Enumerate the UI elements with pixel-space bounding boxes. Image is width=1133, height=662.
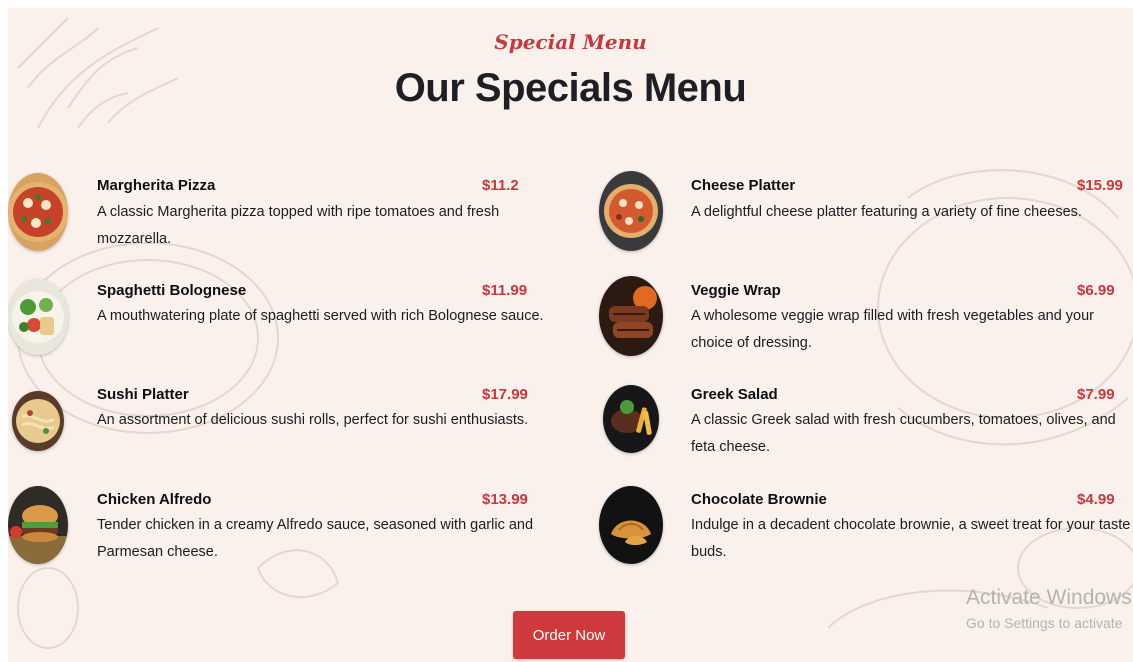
item-name: Chicken Alfredo: [97, 491, 212, 508]
burger-photo-icon: [8, 486, 68, 564]
item-price: $11.99: [482, 282, 528, 299]
item-description: A wholesome veggie wrap filled with fres…: [691, 308, 1095, 351]
item-description: Tender chicken in a creamy Alfredo sauce…: [97, 517, 534, 560]
item-price: $6.99: [1077, 282, 1115, 299]
item-price: $11.2: [482, 177, 519, 194]
grilled-meat-photo-icon: [599, 276, 663, 356]
item-name: Sushi Platter: [97, 386, 189, 403]
item-description: A classic Greek salad with fresh cucumbe…: [691, 412, 1116, 455]
item-name: Chocolate Brownie: [691, 491, 827, 508]
item-name: Greek Salad: [691, 386, 778, 403]
section-title: Our Specials Menu: [394, 66, 747, 110]
item-description: An assortment of delicious sushi rolls, …: [97, 412, 529, 428]
croissant-photo-icon: [599, 486, 663, 564]
item-description: Indulge in a decadent chocolate brownie,…: [691, 517, 1131, 560]
item-description: A delightful cheese platter featuring a …: [691, 204, 1082, 220]
item-name: Spaghetti Bolognese: [97, 282, 247, 299]
section-subtitle: Special Menu: [494, 30, 647, 54]
item-description: A mouthwatering plate of spaghetti serve…: [97, 308, 544, 324]
item-name: Veggie Wrap: [691, 282, 781, 299]
order-now-button[interactable]: Order Now: [513, 611, 625, 659]
salad-photo-icon: [8, 279, 68, 355]
item-name: Cheese Platter: [691, 177, 796, 194]
activation-watermark: Activate Windows Go to Settings to activ…: [966, 586, 1132, 631]
item-name: Margherita Pizza: [97, 177, 216, 194]
pizza-photo-icon: [599, 171, 663, 251]
item-description: A classic Margherita pizza topped with r…: [97, 204, 500, 247]
specials-section: Special Menu Our Specials Menu Margherit…: [8, 8, 1133, 662]
watermark-title: Activate Windows: [966, 586, 1132, 609]
item-price: $4.99: [1077, 491, 1115, 508]
noodles-photo-icon: [12, 391, 64, 451]
item-price: $13.99: [482, 491, 528, 508]
steak-fries-photo-icon: [603, 385, 659, 453]
pizza-photo-icon: [8, 173, 68, 251]
item-price: $17.99: [482, 386, 528, 403]
item-price: $15.99: [1077, 177, 1123, 194]
item-price: $7.99: [1077, 386, 1115, 403]
watermark-subtitle: Go to Settings to activate: [966, 615, 1123, 631]
